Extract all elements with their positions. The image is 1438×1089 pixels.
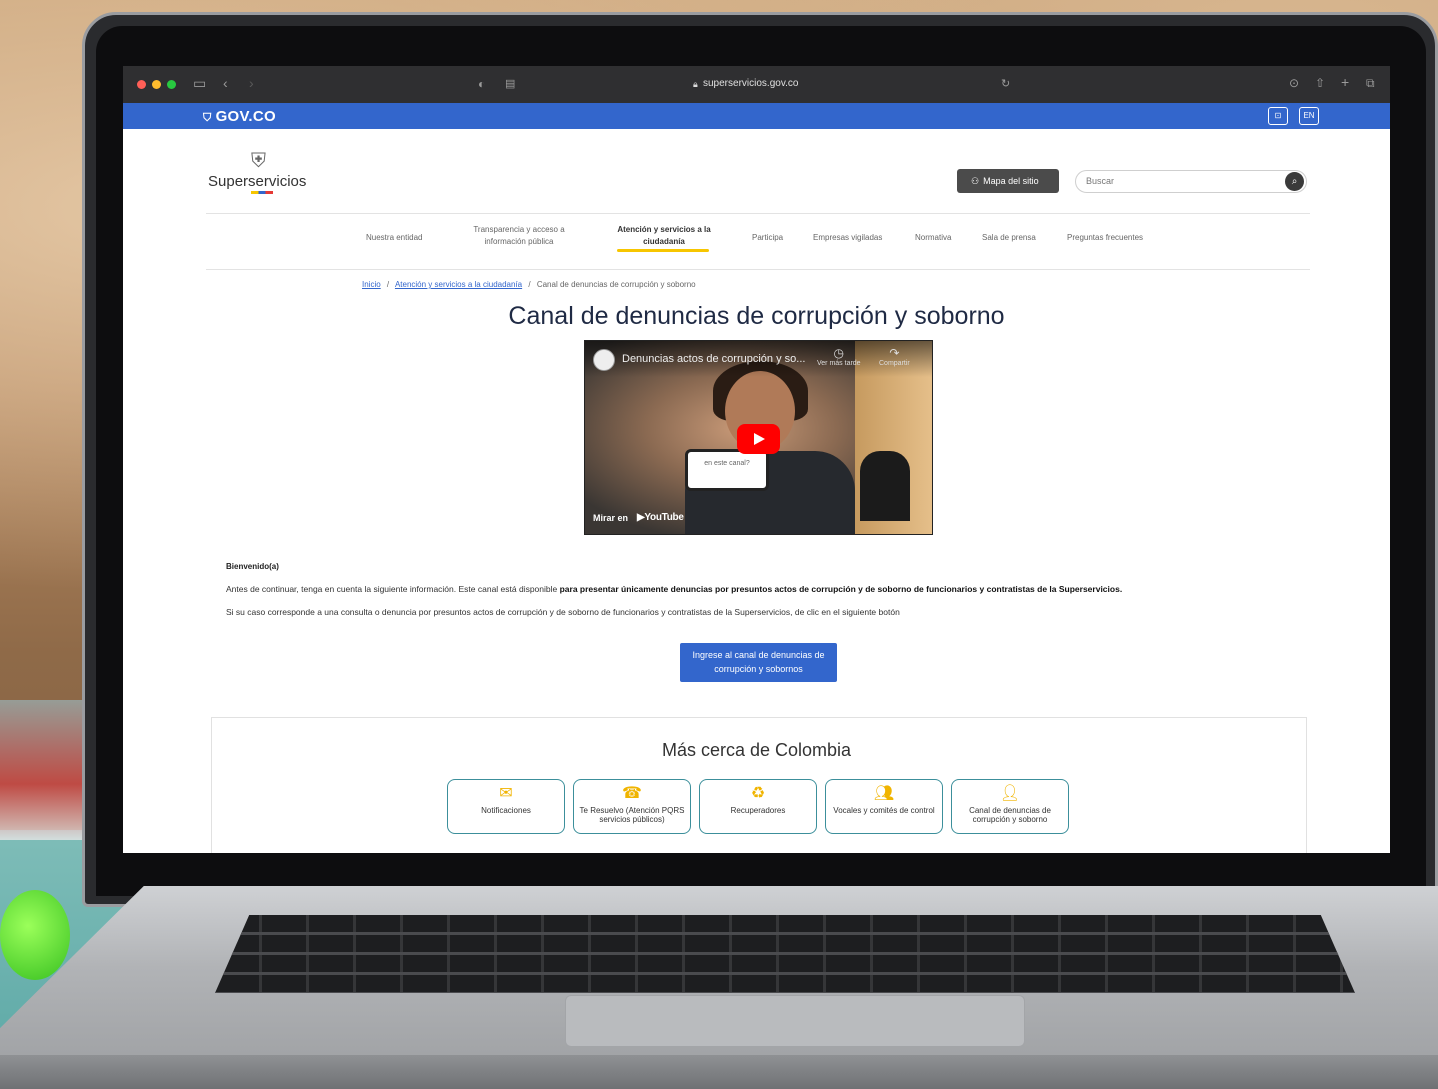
nav-item-nuestra-entidad[interactable]: Nuestra entidad bbox=[366, 232, 422, 244]
sitemap-icon: ⚇ bbox=[971, 176, 980, 186]
info-paragraph: Antes de continuar, tenga en cuenta la s… bbox=[226, 584, 1122, 594]
tabs-overview-icon[interactable]: ⧉ bbox=[1366, 76, 1375, 91]
video-sign-language-interpreter bbox=[860, 451, 910, 521]
tile-vocales[interactable]: 👥︎ Vocales y comités de control bbox=[825, 779, 943, 834]
laptop-base-lip bbox=[0, 1055, 1438, 1089]
gov-logo[interactable]: ⛉ GOV.CO bbox=[203, 108, 276, 125]
laptop-trackpad bbox=[565, 995, 1025, 1047]
search-input[interactable]: Buscar bbox=[1075, 170, 1307, 193]
shield-icon[interactable]: ◐ bbox=[478, 77, 485, 91]
video-phone-screen: en este canal? bbox=[685, 449, 769, 491]
laptop-screen: ▭ ‹ › ◐ ▤ 🔒︎ superservicios.gov.co ↻ ⊙ ⇧… bbox=[123, 66, 1390, 853]
brand-name[interactable]: Superservicios bbox=[208, 173, 306, 190]
nav-item-normativa[interactable]: Normativa bbox=[915, 232, 951, 244]
search-icon: ⌕ bbox=[1291, 176, 1298, 187]
instruction-paragraph: Si su caso corresponde a una consulta o … bbox=[226, 607, 900, 617]
tile-recuperadores[interactable]: ♻ Recuperadores bbox=[699, 779, 817, 834]
share-label: Compartir bbox=[879, 360, 910, 367]
watch-later-button[interactable]: ◷ Ver más tarde bbox=[817, 346, 861, 367]
gov-header-bar: ⛉ GOV.CO ⊡ EN bbox=[123, 103, 1390, 129]
watch-on-label[interactable]: Mirar en bbox=[593, 513, 628, 523]
youtube-label: YouTube bbox=[644, 512, 684, 523]
brand-color-bar bbox=[251, 191, 273, 194]
nav-active-indicator bbox=[617, 249, 709, 252]
breadcrumb: Inicio / Atención y servicios a la ciuda… bbox=[362, 280, 696, 289]
gov-logo-text: GOV.CO bbox=[215, 108, 276, 125]
reader-icon[interactable]: ▤ bbox=[505, 77, 515, 90]
section-title: Más cerca de Colombia bbox=[661, 740, 852, 760]
back-icon[interactable]: ‹ bbox=[223, 75, 228, 91]
breadcrumb-current: Canal de denuncias de corrupción y sobor… bbox=[536, 280, 696, 289]
new-tab-icon[interactable]: + bbox=[1341, 74, 1349, 90]
share-icon[interactable]: ⇧ bbox=[1315, 76, 1325, 90]
nav-item-atencion[interactable]: Atención y servicios a la ciudadanía bbox=[608, 224, 720, 248]
minimize-window-button[interactable] bbox=[152, 80, 161, 89]
group-icon: 👥︎ bbox=[873, 785, 895, 802]
share-arrow-icon: ↷ bbox=[889, 346, 900, 360]
recycle-icon: ♻ bbox=[750, 785, 766, 802]
video-player[interactable]: en este canal? Denuncias actos de corrup… bbox=[584, 340, 933, 535]
background-notebook bbox=[0, 700, 90, 840]
mail-icon: ✉ bbox=[499, 785, 513, 802]
accessibility-button[interactable]: ⊡ bbox=[1268, 107, 1288, 125]
breadcrumb-separator: / bbox=[528, 280, 531, 289]
nav-item-participa[interactable]: Participa bbox=[752, 232, 783, 244]
channel-avatar-icon[interactable] bbox=[593, 349, 615, 371]
tile-label: Te Resuelvo (Atención PQRS servicios púb… bbox=[579, 806, 685, 824]
close-window-button[interactable] bbox=[137, 80, 146, 89]
address-bar[interactable]: superservicios.gov.co bbox=[703, 78, 798, 89]
browser-toolbar: ▭ ‹ › ◐ ▤ 🔒︎ superservicios.gov.co ↻ ⊙ ⇧… bbox=[123, 66, 1390, 103]
welcome-heading: Bienvenido(a) bbox=[226, 562, 279, 571]
speaker-icon: ☎ bbox=[622, 785, 642, 802]
watch-later-label: Ver más tarde bbox=[817, 360, 861, 367]
tile-label: Recuperadores bbox=[730, 806, 786, 815]
clock-icon: ◷ bbox=[833, 346, 845, 360]
person-icon: 👤︎ bbox=[999, 785, 1021, 802]
youtube-logo[interactable]: ▶︎YouTube bbox=[637, 512, 684, 523]
tile-te-resuelvo[interactable]: ☎ Te Resuelvo (Atención PQRS servicios p… bbox=[573, 779, 691, 834]
tile-notificaciones[interactable]: ✉ Notificaciones bbox=[447, 779, 565, 834]
tile-canal-denuncias[interactable]: 👤︎ Canal de denuncias de corrupción y so… bbox=[951, 779, 1069, 834]
search-button[interactable]: ⌕ bbox=[1285, 172, 1304, 191]
video-title[interactable]: Denuncias actos de corrupción y so... bbox=[622, 353, 805, 365]
forward-icon[interactable]: › bbox=[249, 75, 254, 91]
maximize-window-button[interactable] bbox=[167, 80, 176, 89]
breadcrumb-home-link[interactable]: Inicio bbox=[362, 280, 381, 289]
tile-label: Vocales y comités de control bbox=[833, 806, 935, 815]
language-button[interactable]: EN bbox=[1299, 107, 1319, 125]
info-paragraph-text: Antes de continuar, tenga en cuenta la s… bbox=[226, 584, 560, 594]
sidebar-icon[interactable]: ▭ bbox=[193, 75, 206, 92]
nav-item-transparencia[interactable]: Transparencia y acceso a información púb… bbox=[463, 224, 575, 248]
nav-item-preguntas-frecuentes[interactable]: Preguntas frecuentes bbox=[1067, 232, 1143, 244]
laptop-keyboard-rows bbox=[215, 915, 1355, 993]
breadcrumb-separator: / bbox=[386, 280, 390, 289]
tile-label: Notificaciones bbox=[481, 806, 531, 815]
share-button[interactable]: ↷ Compartir bbox=[879, 346, 910, 367]
breadcrumb-section-link[interactable]: Atención y servicios a la ciudadanía bbox=[395, 280, 522, 289]
reload-icon[interactable]: ↻ bbox=[1001, 77, 1010, 90]
page-title: Canal de denuncias de corrupción y sobor… bbox=[508, 302, 1005, 330]
gov-emblem-icon: ⛉ bbox=[203, 112, 212, 124]
nav-item-empresas-vigiladas[interactable]: Empresas vigiladas bbox=[813, 232, 882, 244]
lock-icon: 🔒︎ bbox=[693, 79, 698, 89]
sitemap-button[interactable]: ⚇ Mapa del sitio bbox=[957, 169, 1059, 193]
play-icon[interactable] bbox=[737, 424, 780, 454]
sitemap-label: Mapa del sitio bbox=[983, 176, 1039, 186]
report-channel-button[interactable]: Ingrese al canal de denuncias de corrupc… bbox=[680, 643, 837, 682]
download-icon[interactable]: ⊙ bbox=[1289, 76, 1299, 90]
background-green-object bbox=[0, 890, 70, 980]
info-paragraph-bold: para presentar únicamente denuncias por … bbox=[559, 584, 1123, 594]
superservicios-emblem-icon[interactable]: ⛨ bbox=[251, 150, 273, 174]
tile-label: Canal de denuncias de corrupción y sobor… bbox=[969, 806, 1051, 824]
header-divider bbox=[206, 213, 1310, 214]
nav-item-sala-de-prensa[interactable]: Sala de prensa bbox=[982, 232, 1036, 244]
nav-divider bbox=[206, 269, 1310, 270]
